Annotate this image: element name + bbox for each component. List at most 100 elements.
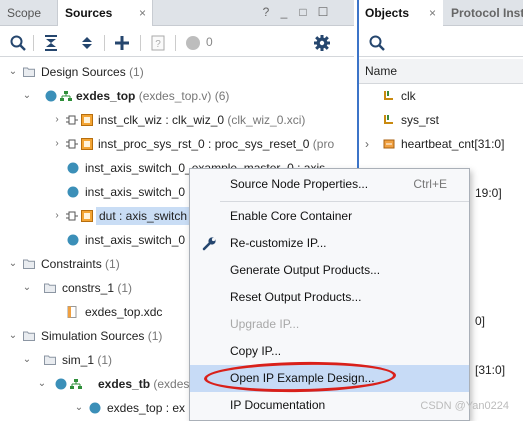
tree-label: inst_proc_sys_rst_0 : proc_sys_reset_0 (…: [98, 137, 335, 151]
tab-objects[interactable]: Objects ×: [359, 0, 443, 26]
sources-toolbar: ? 0: [0, 27, 354, 57]
chevron-down-icon[interactable]: ⌄: [8, 324, 18, 348]
tree-label: sim_1 (1): [62, 353, 113, 367]
hierarchy-top-icon: [70, 379, 82, 389]
chevron-right-icon[interactable]: ›: [365, 132, 369, 156]
folder-icon: [23, 259, 35, 269]
status-count: 0: [206, 35, 213, 49]
tab-protocol-inst[interactable]: Protocol Inst: [445, 0, 523, 26]
object-row-clk[interactable]: clk: [359, 84, 523, 108]
chevron-down-icon[interactable]: ⌄: [8, 252, 18, 276]
menu-item-label: Enable Core Container: [230, 209, 353, 223]
menu-item-enable-core-container[interactable]: Enable Core Container: [190, 203, 469, 230]
objects-toolbar: [359, 27, 523, 57]
chevron-right-icon[interactable]: ›: [52, 108, 62, 132]
properties-icon[interactable]: ?: [149, 34, 167, 52]
chevron-down-icon[interactable]: ⌄: [37, 372, 47, 396]
signal-icon: [384, 91, 393, 100]
tree-label: inst_clk_wiz : clk_wiz_0 (clk_wiz_0.xci): [98, 113, 306, 127]
chevron-right-icon[interactable]: ›: [52, 204, 62, 228]
chevron-down-icon[interactable]: ⌄: [22, 348, 32, 372]
folder-icon: [23, 331, 35, 341]
object-row-heartbeat-cnt[interactable]: › heartbeat_cnt[31:0]: [359, 132, 523, 156]
module-dot-icon: [89, 402, 101, 414]
object-label: 0]: [475, 314, 486, 328]
toolbar-separator: [140, 35, 141, 51]
tab-sources[interactable]: Sources ×: [57, 0, 153, 26]
module-dot-icon: [45, 90, 57, 102]
module-dot-icon: [67, 162, 79, 174]
status-circle-icon: [184, 34, 202, 52]
constraint-file-icon: [67, 306, 77, 318]
signal-icon: [384, 115, 393, 124]
chevron-down-icon[interactable]: ⌄: [74, 396, 84, 420]
tree-row-inst-clk-wiz[interactable]: › inst_clk_wiz : clk_wiz_0 (clk_wiz_0.xc…: [0, 108, 354, 132]
menu-item-reset-output-products[interactable]: Reset Output Products...: [190, 284, 469, 311]
object-label: heartbeat_cnt[31:0]: [401, 137, 505, 151]
close-icon[interactable]: ×: [429, 0, 436, 26]
minimize-icon[interactable]: _: [277, 4, 291, 20]
tab-scope[interactable]: Scope: [0, 0, 56, 26]
folder-icon: [44, 355, 56, 365]
maximize-icon[interactable]: ☐: [316, 4, 330, 20]
toolbar-separator: [33, 35, 34, 51]
chevron-down-icon[interactable]: ⌄: [8, 60, 18, 84]
tree-row-design-sources[interactable]: ⌄ Design Sources (1): [0, 60, 354, 84]
ip-core-icon: [81, 138, 93, 150]
search-icon[interactable]: [368, 34, 386, 52]
menu-item-label: Upgrade IP...: [230, 317, 300, 331]
menu-item-label: Re-customize IP...: [230, 236, 327, 250]
tree-label: exdes_top.xdc: [85, 305, 163, 319]
chevron-down-icon[interactable]: ⌄: [22, 84, 32, 108]
menu-item-label: Copy IP...: [230, 344, 282, 358]
hierarchy-top-icon: [60, 91, 72, 101]
menu-item-label: Reset Output Products...: [230, 290, 362, 304]
module-dot-icon: [67, 186, 79, 198]
add-icon[interactable]: [113, 34, 131, 52]
expand-all-icon[interactable]: [78, 34, 96, 52]
chevron-down-icon[interactable]: ⌄: [22, 276, 32, 300]
tree-label: exdes_top (exdes_top.v) (6): [76, 89, 230, 103]
menu-item-copy-ip[interactable]: Copy IP...: [190, 338, 469, 365]
tree-row-exdes-top[interactable]: ⌄ exdes_top (exdes_top.v) (6): [0, 84, 354, 108]
tree-label: exdes_tb (exdes: [98, 377, 190, 391]
object-label: [31:0]: [475, 363, 506, 377]
toolbar-separator: [175, 35, 176, 51]
help-icon[interactable]: ?: [259, 4, 273, 20]
menu-item-label: Generate Output Products...: [230, 263, 381, 277]
tree-label: constrs_1 (1): [62, 281, 133, 295]
sources-tab-bar: Scope Sources × ? _ □ ☐: [0, 0, 354, 26]
collapse-all-icon[interactable]: [42, 34, 60, 52]
folder-icon: [44, 283, 56, 293]
search-icon[interactable]: [9, 34, 27, 52]
menu-item-source-node-properties[interactable]: Source Node Properties... Ctrl+E: [190, 171, 469, 198]
object-label: sys_rst: [401, 113, 440, 127]
object-row-sys-rst[interactable]: sys_rst: [359, 108, 523, 132]
menu-item-upgrade-ip[interactable]: Upgrade IP...: [190, 311, 469, 338]
tree-label-selected: dut : axis_switch: [96, 207, 191, 225]
menu-item-label: Source Node Properties...: [230, 177, 369, 191]
chevron-right-icon[interactable]: ›: [52, 132, 62, 156]
object-label: 19:0]: [475, 186, 502, 200]
tree-label: Constraints (1): [41, 257, 120, 271]
tab-sources-label: Sources: [65, 6, 113, 20]
close-icon[interactable]: ×: [139, 0, 146, 26]
tree-label: inst_axis_switch_0: [85, 233, 186, 247]
tree-row-inst-proc-sys-rst[interactable]: › inst_proc_sys_rst_0 : proc_sys_reset_0…: [0, 132, 354, 156]
ip-block-icon: [66, 139, 78, 149]
svg-text:?: ?: [155, 39, 161, 50]
objects-tab-bar: Objects × Protocol Inst: [359, 0, 523, 26]
toolbar-separator: [104, 35, 105, 51]
restore-icon[interactable]: □: [296, 4, 310, 20]
tab-scope-label: Scope: [7, 6, 42, 20]
column-header-name[interactable]: Name: [359, 59, 523, 84]
tree-label: Design Sources (1): [41, 65, 144, 79]
tree-label: inst_axis_switch_0: [85, 185, 186, 199]
menu-item-re-customize-ip[interactable]: Re-customize IP...: [190, 230, 469, 257]
tab-protocol-inst-label: Protocol Inst: [451, 6, 523, 20]
bus-signal-icon: [383, 139, 395, 149]
gear-icon[interactable]: [313, 34, 331, 52]
ip-core-icon: [81, 114, 93, 126]
menu-separator: [220, 201, 469, 202]
menu-item-generate-output-products[interactable]: Generate Output Products...: [190, 257, 469, 284]
